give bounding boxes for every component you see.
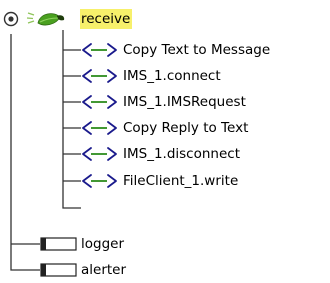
tree-node-receive[interactable]: receive bbox=[26, 7, 133, 31]
project-tree: receive Copy Text to Message IMS_1.conne… bbox=[0, 0, 330, 283]
tree-node-label: IMS_1.IMSRequest bbox=[123, 94, 246, 110]
tree-node-label: Copy Reply to Text bbox=[123, 120, 249, 136]
tree-node-label: IMS_1.connect bbox=[123, 68, 221, 84]
operation-arrows-icon bbox=[81, 41, 119, 59]
tree-node-label: receive bbox=[80, 9, 133, 29]
operation-arrows-icon bbox=[81, 93, 119, 111]
receive-operation-icon bbox=[26, 9, 78, 29]
tree-node-operation[interactable]: IMS_1.disconnect bbox=[81, 142, 240, 166]
collapse-toggle-icon[interactable] bbox=[0, 8, 22, 30]
operation-arrows-icon bbox=[81, 119, 119, 137]
tree-node-label: IMS_1.disconnect bbox=[123, 146, 240, 162]
tree-node-operation[interactable]: IMS_1.IMSRequest bbox=[81, 90, 246, 114]
tree-node-operation[interactable]: Copy Text to Message bbox=[81, 38, 270, 62]
tree-node-operation[interactable]: IMS_1.connect bbox=[81, 64, 221, 88]
operation-arrows-icon bbox=[81, 145, 119, 163]
tree-node-label: logger bbox=[81, 236, 125, 252]
tree-node-operation[interactable]: FileClient_1.write bbox=[81, 169, 238, 193]
tree-node-label: Copy Text to Message bbox=[123, 42, 271, 58]
trunk-line bbox=[10, 34, 40, 271]
tree-node-alerter[interactable]: alerter bbox=[40, 258, 126, 282]
tree-node-label: FileClient_1.write bbox=[123, 173, 239, 189]
tree-node-operation[interactable]: Copy Reply to Text bbox=[81, 116, 248, 140]
component-box-icon bbox=[40, 263, 78, 277]
tree-node-logger[interactable]: logger bbox=[40, 232, 124, 256]
operation-arrows-icon bbox=[81, 67, 119, 85]
operation-arrows-icon bbox=[81, 172, 119, 190]
component-box-icon bbox=[40, 237, 78, 251]
tree-node-label: alerter bbox=[81, 262, 127, 278]
